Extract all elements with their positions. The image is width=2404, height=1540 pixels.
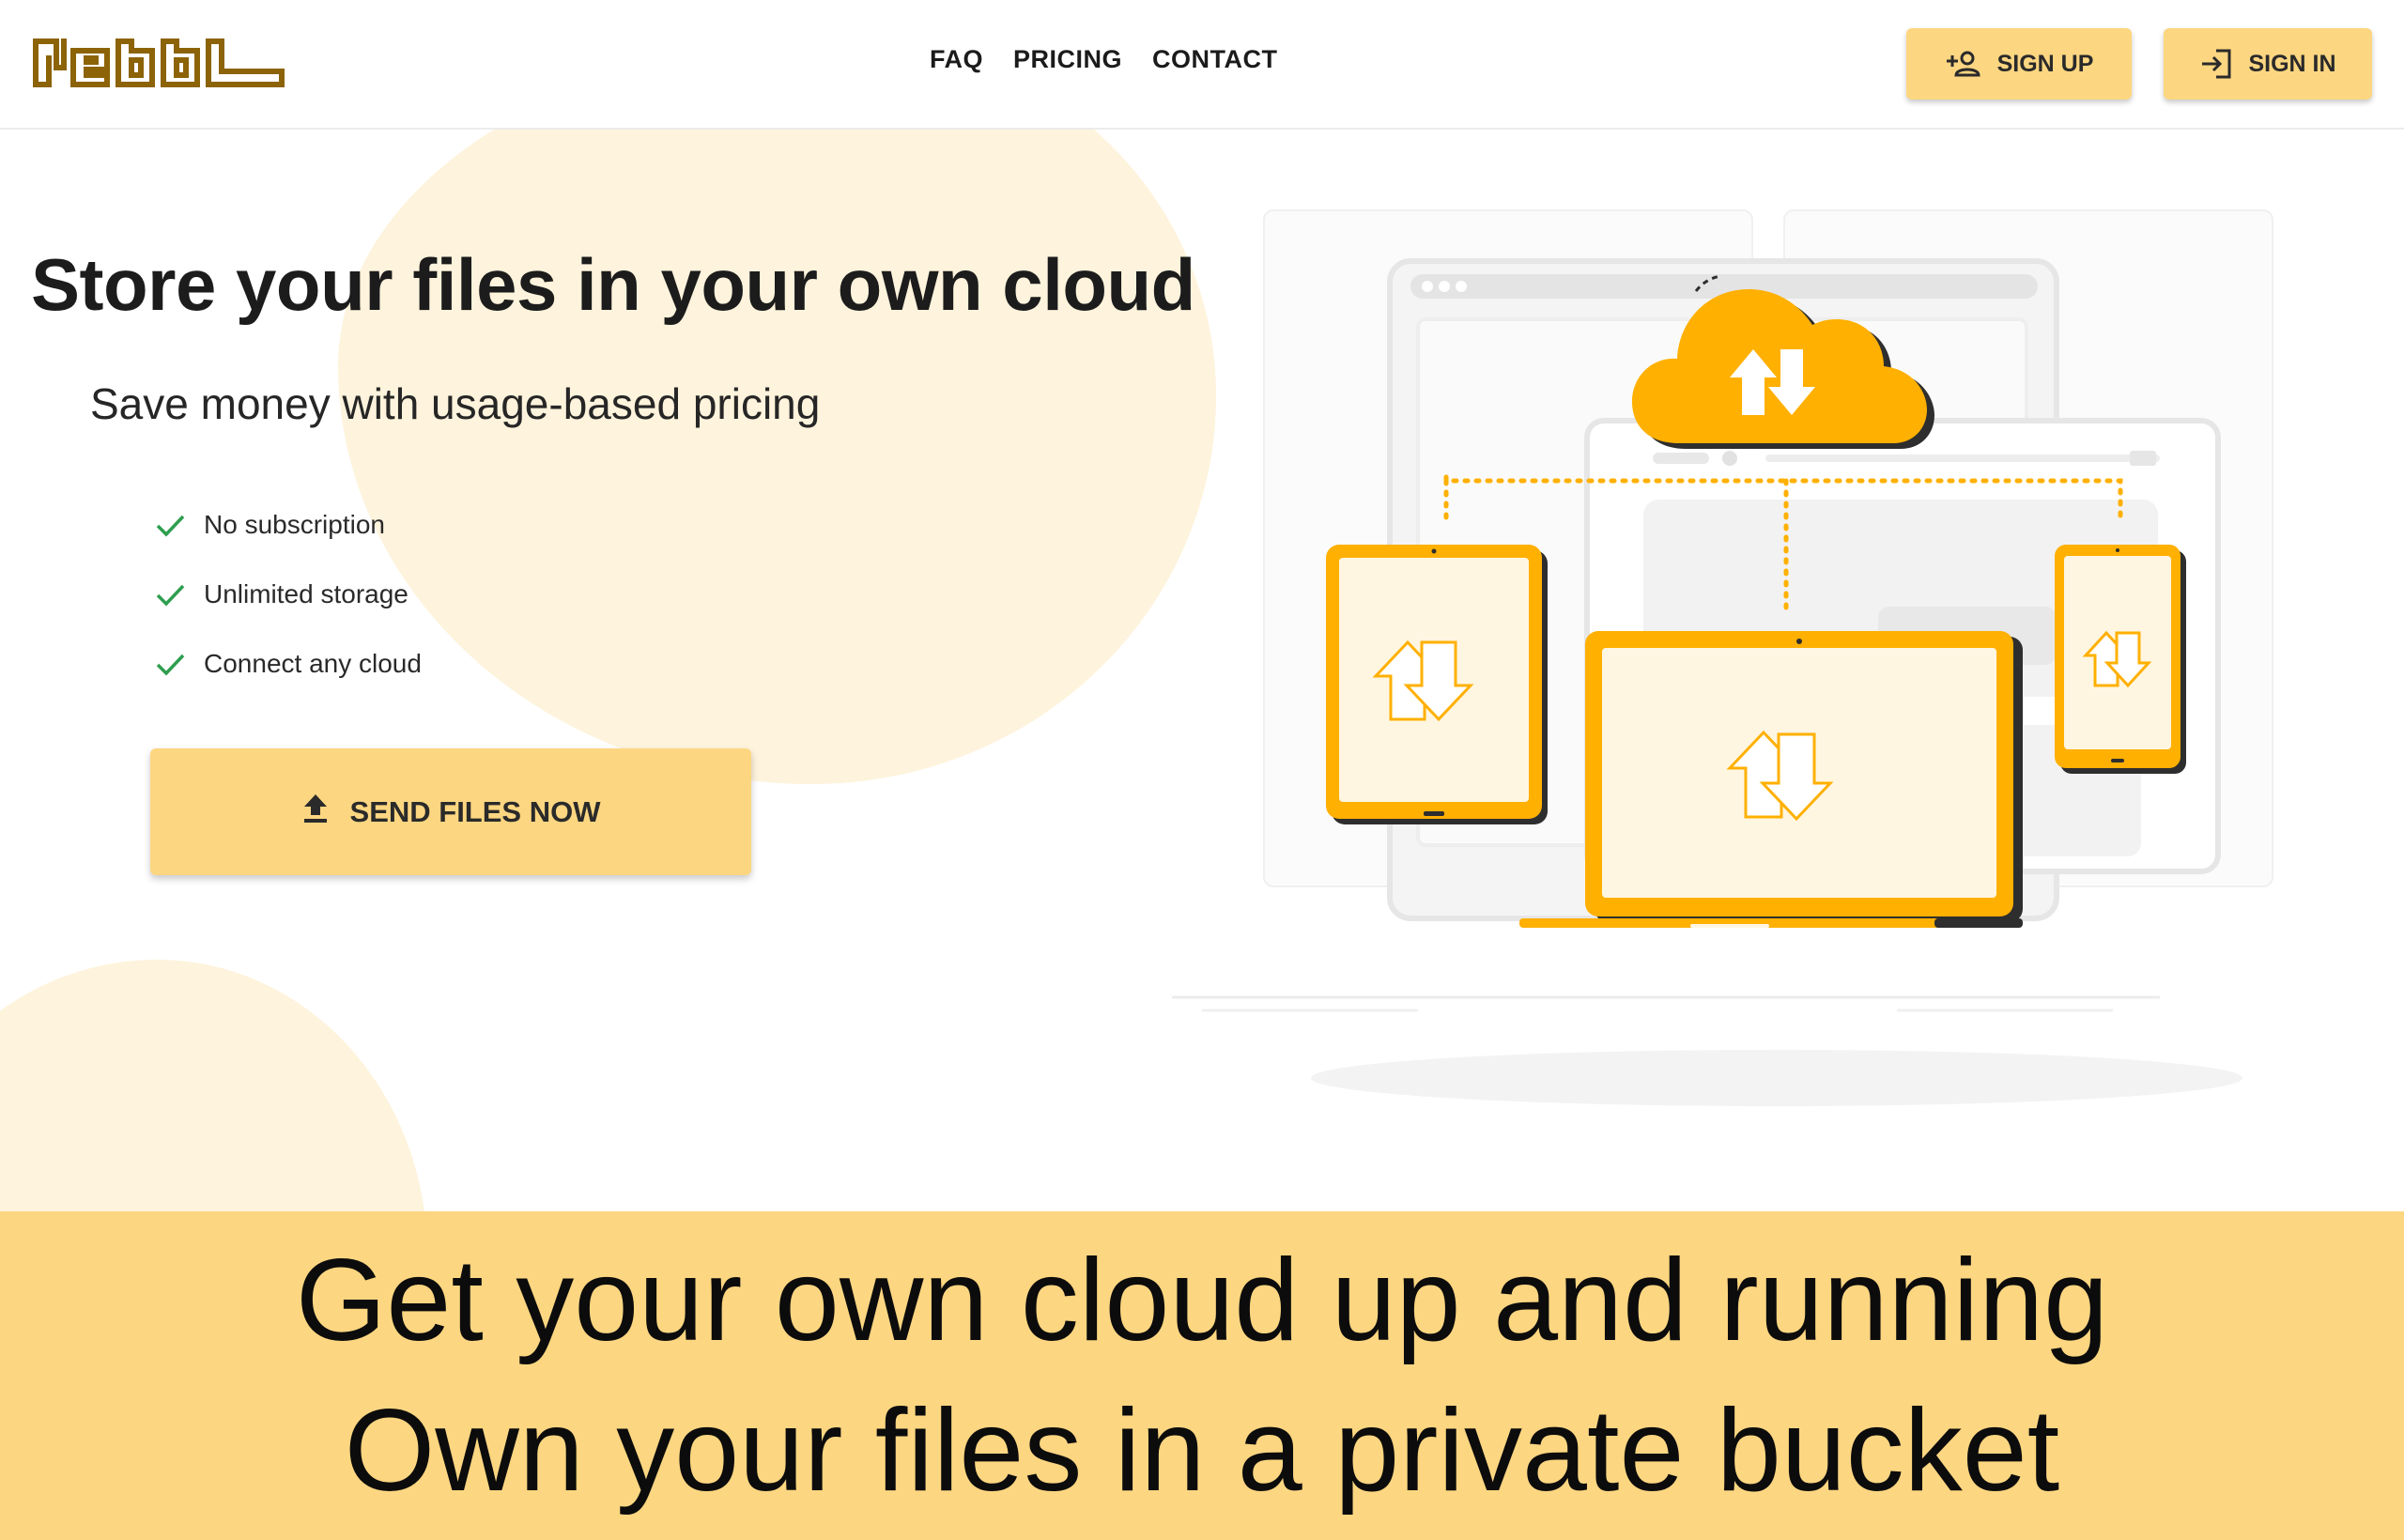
hero-subtitle: Save money with usage-based pricing bbox=[90, 379, 821, 428]
check-icon bbox=[156, 654, 185, 676]
nav-pricing[interactable]: PRICING bbox=[1013, 45, 1122, 74]
sign-in-label: SIGN IN bbox=[2248, 50, 2336, 77]
nebbl-logo-icon bbox=[33, 38, 285, 87]
feature-label: Unlimited storage bbox=[204, 579, 408, 608]
list-item: Unlimited storage bbox=[153, 560, 422, 629]
nav-faq[interactable]: FAQ bbox=[930, 45, 983, 74]
banner-line-2: Own your files in a private bucket bbox=[344, 1386, 2060, 1516]
check-icon bbox=[156, 584, 185, 607]
upload-icon bbox=[301, 793, 330, 832]
sign-up-label: SIGN UP bbox=[1996, 50, 2094, 77]
check-icon bbox=[156, 515, 185, 537]
site-header: FAQ PRICING CONTACT SIGN UP SIGN IN bbox=[0, 0, 2404, 130]
banner-line-1: Get your own cloud up and running bbox=[295, 1236, 2109, 1365]
list-item: Connect any cloud bbox=[153, 629, 422, 699]
cloud-sync-illustration bbox=[1164, 188, 2310, 1127]
send-files-button[interactable]: SEND FILES NOW bbox=[150, 748, 751, 875]
sign-up-button[interactable]: SIGN UP bbox=[1906, 28, 2132, 100]
brand-logo[interactable] bbox=[32, 38, 285, 88]
send-files-label: SEND FILES NOW bbox=[349, 794, 601, 828]
promo-banner: Get your own cloud up and running Own yo… bbox=[0, 1211, 2404, 1540]
person-add-icon bbox=[1945, 49, 1982, 79]
hero-title: Store your files in your own cloud bbox=[31, 243, 1195, 326]
list-item: No subscription bbox=[153, 490, 422, 560]
login-icon bbox=[2199, 48, 2233, 80]
feature-label: Connect any cloud bbox=[204, 649, 422, 678]
feature-label: No subscription bbox=[204, 510, 385, 539]
sign-in-button[interactable]: SIGN IN bbox=[2164, 28, 2372, 100]
nav-contact[interactable]: CONTACT bbox=[1152, 45, 1277, 74]
main-nav: FAQ PRICING CONTACT bbox=[930, 45, 1278, 74]
feature-list: No subscription Unlimited storage Connec… bbox=[153, 490, 422, 699]
